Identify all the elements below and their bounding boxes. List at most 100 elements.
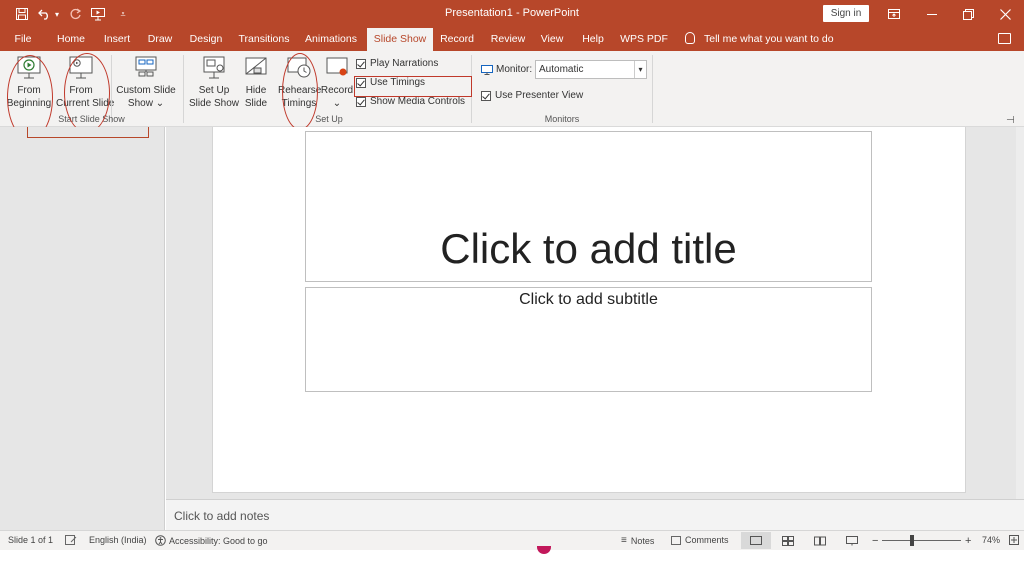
play-narrations-label: Play Narrations xyxy=(370,58,439,69)
redo-icon[interactable] xyxy=(66,5,84,23)
set-up-line1: Set Up xyxy=(198,85,230,96)
slide-sorter-view-button[interactable] xyxy=(773,532,803,549)
bottom-strip xyxy=(0,546,1024,575)
comments-label: Comments xyxy=(685,535,729,545)
zoom-in-button[interactable]: + xyxy=(965,535,971,547)
tab-wps-pdf[interactable]: WPS PDF xyxy=(617,28,671,51)
from-current-line2: Current Slide xyxy=(56,98,115,109)
status-bar: Slide 1 of 1 English (India) Accessibili… xyxy=(0,530,1024,550)
from-beginning-button[interactable]: From Beginning xyxy=(6,54,52,110)
tab-review[interactable]: Review xyxy=(487,28,529,51)
zoom-slider-thumb[interactable] xyxy=(910,535,914,546)
checkbox-checked-icon xyxy=(356,96,366,107)
sign-in-button[interactable]: Sign in xyxy=(823,5,869,22)
checkbox-checked-icon xyxy=(356,77,366,88)
normal-view-button[interactable] xyxy=(741,532,771,549)
custom-slide-show-button[interactable]: Custom Slide Show ⌄ xyxy=(115,54,177,110)
rehearse-timings-button[interactable]: Rehearse Timings xyxy=(278,54,322,110)
notes-label: Notes xyxy=(630,535,655,546)
vertical-scrollbar[interactable] xyxy=(1016,127,1024,499)
show-media-controls-label: Show Media Controls xyxy=(370,96,466,107)
from-current-slide-icon xyxy=(67,54,95,82)
play-narrations-checkbox[interactable]: Play Narrations xyxy=(356,58,438,69)
hide-slide-button[interactable]: Hide Slide xyxy=(240,54,272,110)
monitor-label-text: Monitor: xyxy=(496,64,533,75)
slide-show-view-icon xyxy=(846,535,858,545)
set-up-slide-show-button[interactable]: Set Up Slide Show xyxy=(188,54,240,110)
hide-slide-icon xyxy=(242,54,270,82)
reading-view-button[interactable] xyxy=(805,532,835,549)
tab-help[interactable]: Help xyxy=(577,28,609,51)
set-up-line2: Slide Show xyxy=(188,98,240,109)
use-presenter-view-label: Use Presenter View xyxy=(495,90,584,101)
accessibility-text: Accessibility: Good to go xyxy=(169,535,268,546)
notes-icon: ≡ xyxy=(621,535,627,546)
record-line1: Record xyxy=(320,85,354,96)
zoom-out-button[interactable]: − xyxy=(872,535,878,547)
comments-icon[interactable] xyxy=(998,33,1011,44)
use-timings-label: Use Timings xyxy=(370,77,426,88)
ribbon-slide-show: From Beginning From Current Slide Custom… xyxy=(0,51,1024,127)
ribbon-separator xyxy=(111,55,112,123)
zoom-level[interactable]: 74% xyxy=(982,535,1000,545)
slide-show-view-button[interactable] xyxy=(837,532,867,549)
tab-file[interactable]: File xyxy=(9,28,37,51)
tab-home[interactable]: Home xyxy=(52,28,90,51)
customize-quick-access-icon[interactable]: ⩡ xyxy=(114,5,132,23)
monitor-dropdown[interactable]: Automatic ▾ xyxy=(535,60,647,79)
monitor-label: Monitor: xyxy=(481,64,532,75)
ribbon-group-separator xyxy=(183,55,184,123)
checkbox-checked-icon xyxy=(481,90,491,101)
tab-view[interactable]: View xyxy=(537,28,567,51)
ribbon-tab-bar: File Home Insert Draw Design Transitions… xyxy=(0,28,1024,51)
monitor-icon xyxy=(481,64,493,75)
rehearse-timings-icon xyxy=(285,54,313,82)
from-beginning-line1: From xyxy=(17,85,41,96)
restore-icon[interactable] xyxy=(957,4,979,24)
comments-toggle-button[interactable]: Comments xyxy=(671,535,729,545)
tab-record[interactable]: Record xyxy=(437,28,477,51)
ribbon-display-options-icon[interactable] xyxy=(883,4,905,24)
hide-slide-line2: Slide xyxy=(244,98,268,109)
accessibility-status[interactable]: Accessibility: Good to go xyxy=(155,535,268,546)
selected-slide-thumbnail[interactable] xyxy=(27,127,149,138)
record-slide-show-button[interactable]: Record ⌄ xyxy=(320,54,354,110)
close-icon[interactable] xyxy=(994,4,1016,24)
group-label-monitors: Monitors xyxy=(544,114,580,124)
save-icon[interactable] xyxy=(13,5,31,23)
title-bar: ▾ ⩡ Presentation1 - PowerPoint Sign in xyxy=(0,0,1024,28)
show-media-controls-checkbox[interactable]: Show Media Controls xyxy=(356,96,465,107)
rehearse-line1: Rehearse xyxy=(278,85,322,96)
spelling-check-icon[interactable] xyxy=(65,535,77,545)
from-beginning-icon xyxy=(15,54,43,82)
tab-design[interactable]: Design xyxy=(185,28,227,51)
ribbon-group-separator xyxy=(471,55,472,123)
undo-dropdown-icon[interactable]: ▾ xyxy=(52,5,62,23)
subtitle-placeholder[interactable]: Click to add subtitle xyxy=(305,287,872,392)
minimize-icon[interactable] xyxy=(921,4,943,24)
tab-draw[interactable]: Draw xyxy=(143,28,177,51)
checkbox-checked-icon xyxy=(356,58,366,69)
fit-to-window-icon[interactable] xyxy=(1009,535,1019,545)
notes-pane[interactable]: Click to add notes xyxy=(166,499,1024,530)
zoom-slider-track[interactable] xyxy=(882,540,961,541)
custom-show-line2: Show ⌄ xyxy=(127,98,165,109)
hide-slide-line1: Hide xyxy=(245,85,267,96)
slide-sorter-icon xyxy=(782,535,794,546)
tab-insert[interactable]: Insert xyxy=(99,28,135,51)
slide-thumbnail-pane[interactable] xyxy=(0,127,165,530)
tab-transitions[interactable]: Transitions xyxy=(235,28,293,51)
tab-animations[interactable]: Animations xyxy=(301,28,361,51)
use-timings-checkbox[interactable]: Use Timings xyxy=(356,77,425,88)
start-from-beginning-icon[interactable] xyxy=(89,5,107,23)
group-label-set-up: Set Up xyxy=(315,114,343,124)
language-indicator[interactable]: English (India) xyxy=(89,535,147,545)
use-presenter-view-checkbox[interactable]: Use Presenter View xyxy=(481,90,583,101)
notes-toggle-button[interactable]: ≡ Notes xyxy=(621,535,654,546)
from-current-slide-button[interactable]: From Current Slide xyxy=(56,54,115,110)
tell-me-search[interactable]: Tell me what you want to do xyxy=(685,28,834,51)
title-placeholder[interactable]: Click to add title xyxy=(305,131,872,282)
tab-slide-show[interactable]: Slide Show xyxy=(367,28,433,51)
taskbar-app-icon xyxy=(537,546,551,554)
pin-ribbon-icon[interactable]: ⊣ xyxy=(1006,115,1015,126)
